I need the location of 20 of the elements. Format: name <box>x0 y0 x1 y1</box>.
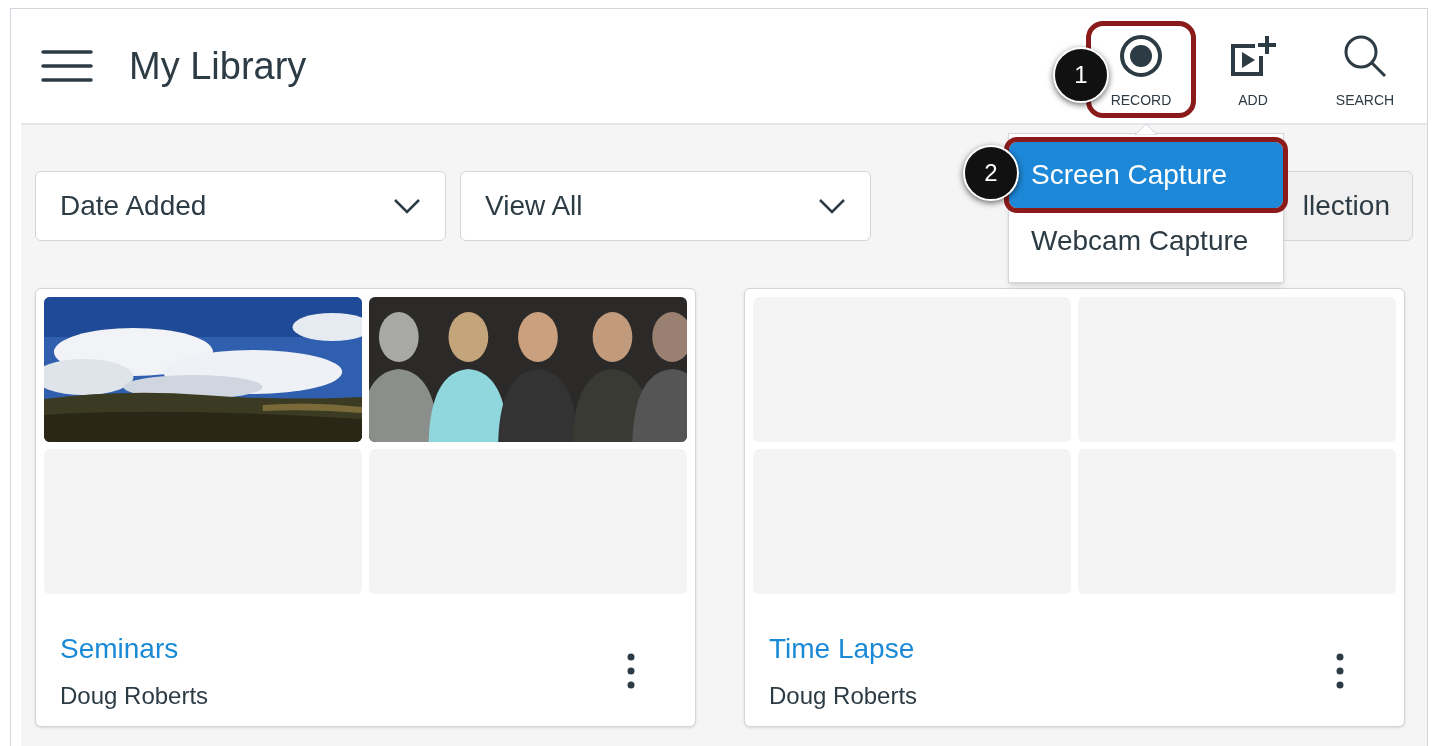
chevron-down-icon <box>818 198 846 214</box>
collection-card[interactable]: Seminars Doug Roberts <box>35 288 696 727</box>
page-title: My Library <box>129 43 307 89</box>
record-icon <box>1119 34 1163 78</box>
search-icon <box>1343 34 1387 78</box>
chevron-down-icon <box>393 198 421 214</box>
dropdown[interactable]: Date Added <box>35 171 446 241</box>
dropdown[interactable]: View All <box>460 171 871 241</box>
collection-title-link[interactable]: Time Lapse <box>769 628 918 670</box>
owner-name: Doug Roberts <box>769 681 918 711</box>
menu-icon[interactable] <box>41 49 93 83</box>
more-options-icon[interactable] <box>627 653 635 689</box>
add-media-icon <box>1229 34 1277 78</box>
add-button[interactable]: ADD <box>1203 26 1303 113</box>
collection-card[interactable]: Time Lapse Doug Roberts <box>744 288 1405 727</box>
step-number-badge: 1 <box>1053 47 1109 103</box>
owner-name: Doug Roberts <box>60 681 209 711</box>
collection-title-link[interactable]: Seminars <box>60 628 209 670</box>
search-button[interactable]: SEARCH <box>1315 26 1415 113</box>
more-options-icon[interactable] <box>1336 653 1344 689</box>
